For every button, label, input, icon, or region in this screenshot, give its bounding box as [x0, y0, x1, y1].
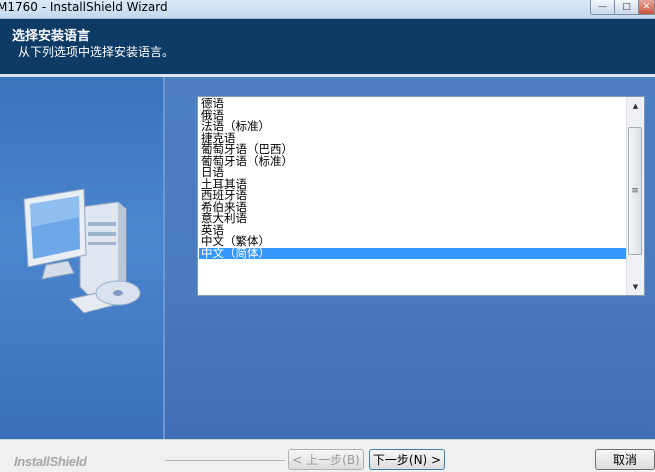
- language-option[interactable]: 西班牙语: [199, 189, 627, 202]
- minimize-button[interactable]: —: [590, 0, 615, 15]
- scroll-down-icon: ▼: [632, 282, 639, 291]
- page-title: 选择安装语言: [12, 29, 91, 44]
- window-title: M1760 - InstallShield Wizard: [0, 0, 168, 14]
- minimize-icon: —: [598, 2, 607, 12]
- scroll-down-button[interactable]: ▼: [628, 279, 643, 294]
- language-option[interactable]: 日语: [199, 166, 627, 179]
- language-option[interactable]: 土耳其语: [199, 178, 627, 191]
- maximize-button[interactable]: □: [614, 0, 639, 15]
- back-button[interactable]: < 上一步(B): [288, 449, 364, 470]
- wizard-footer: InstallShield < 上一步(B) 下一步(N) > 取消: [0, 439, 655, 472]
- language-option[interactable]: 德语: [199, 98, 627, 110]
- language-list[interactable]: 德语 俄语 法语（标准） 捷克语 葡萄牙语（巴西） 葡萄牙语（标准） 日语 土耳其语 西班牙语希…: [199, 98, 627, 294]
- language-option[interactable]: 法语（标准）: [199, 120, 627, 133]
- footer-divider: [165, 460, 285, 461]
- wizard-body: 德语 俄语 法语（标准） 捷克语 葡萄牙语（巴西） 葡萄牙语（标准） 日语 土耳其语 西班牙语希…: [0, 77, 655, 439]
- grip-icon: ≡: [631, 186, 639, 196]
- title-bar: M1760 - InstallShield Wizard — □ ✕: [0, 0, 655, 19]
- cancel-button[interactable]: 取消: [595, 449, 655, 470]
- side-graphic-panel: [0, 77, 165, 439]
- scroll-up-icon: ▲: [632, 101, 639, 110]
- installshield-logo: InstallShield: [14, 454, 87, 469]
- close-button[interactable]: ✕: [638, 0, 655, 15]
- scroll-up-button[interactable]: ▲: [628, 98, 643, 113]
- maximize-icon: □: [622, 2, 631, 12]
- language-option[interactable]: 中文（简体）: [199, 247, 627, 259]
- language-option[interactable]: 希伯来语: [199, 201, 627, 214]
- next-button[interactable]: 下一步(N) >: [369, 449, 445, 470]
- language-option[interactable]: 意大利语: [199, 212, 627, 225]
- close-icon: ✕: [642, 2, 651, 12]
- language-listbox[interactable]: 德语 俄语 法语（标准） 捷克语 葡萄牙语（巴西） 葡萄牙语（标准） 日语 土耳其语 西班牙语希…: [197, 96, 645, 296]
- language-option[interactable]: 葡萄牙语（标准）: [199, 155, 627, 168]
- computer-setup-icon: [23, 188, 141, 314]
- page-subtitle: 从下列选项中选择安装语言。: [18, 45, 175, 59]
- panel-divider: [163, 77, 165, 439]
- wizard-header: 选择安装语言 从下列选项中选择安装语言。: [0, 19, 655, 74]
- list-scrollbar[interactable]: ▲ ≡ ▼: [626, 97, 644, 295]
- scroll-thumb[interactable]: ≡: [628, 127, 642, 255]
